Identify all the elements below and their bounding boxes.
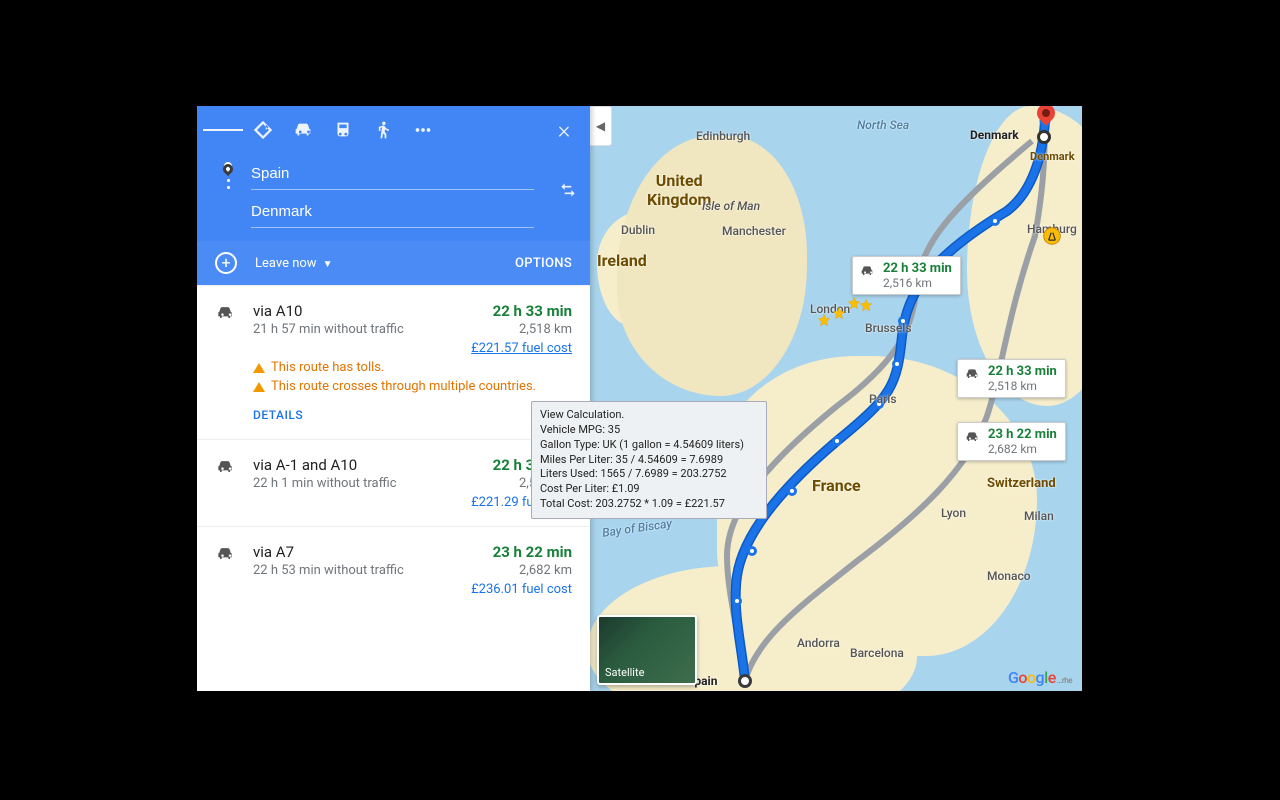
country-denmark: Denmark	[1030, 150, 1075, 163]
directions-sidebar: × + Leave now▼ OPTIONS via A10 22	[197, 106, 590, 691]
swap-origin-destination-button[interactable]	[558, 180, 578, 200]
bubble-time: 22 h 33 min	[883, 261, 952, 276]
route-bubble-1[interactable]: 22 h 33 min 2,518 km	[957, 359, 1066, 398]
train-icon	[332, 119, 354, 141]
satellite-toggle[interactable]: Satellite	[597, 615, 697, 685]
menu-button[interactable]	[203, 106, 243, 154]
route-distance: 2,518 km	[519, 322, 572, 337]
collapse-sidebar-button[interactable]: ◀	[590, 106, 612, 146]
route-bubble-0[interactable]: 22 h 33 min 2,516 km	[852, 256, 961, 295]
city-lyon: Lyon	[941, 506, 966, 520]
satellite-label: Satellite	[605, 666, 644, 679]
bubble-time: 23 h 22 min	[988, 427, 1057, 442]
saved-place-star-icon[interactable]	[859, 298, 873, 312]
walk-icon	[373, 119, 393, 141]
destination-label: Denmark	[970, 128, 1019, 142]
city-monaco: Monaco	[987, 569, 1031, 583]
tooltip-line: View Calculation.	[540, 408, 758, 423]
route-bubble-2[interactable]: 23 h 22 min 2,682 km	[957, 422, 1066, 461]
route-name: via A7	[253, 543, 294, 561]
mode-driving[interactable]	[283, 106, 323, 154]
route-options-button[interactable]: OPTIONS	[515, 256, 572, 271]
car-icon	[964, 429, 980, 445]
bubble-time: 22 h 33 min	[988, 364, 1057, 379]
tooltip-line: Total Cost: 203.2752 * 1.09 = £221.57	[540, 497, 758, 512]
tooltip-line: Cost Per Liter: £1.09	[540, 482, 758, 497]
more-icon	[412, 119, 434, 141]
bubble-dist: 2,516 km	[883, 276, 952, 290]
city-dublin: Dublin	[621, 223, 655, 237]
car-icon	[215, 457, 235, 477]
city-paris: Paris	[869, 392, 897, 406]
bubble-dist: 2,518 km	[988, 379, 1057, 393]
route-details-link[interactable]: DETAILS	[253, 408, 303, 422]
sea-label: North Sea	[857, 118, 909, 132]
route-warning: This route has tolls.	[253, 360, 572, 375]
destination-marker-icon	[1037, 106, 1055, 132]
sea-bay: Bay of Biscay	[601, 516, 672, 540]
tooltip-line: Liters Used: 1565 / 7.6989 = 203.2752	[540, 467, 758, 482]
construction-icon	[1042, 226, 1062, 246]
fuel-cost: £236.01 fuel cost	[471, 582, 572, 597]
car-icon	[859, 263, 875, 279]
route-no-traffic: 21 h 57 min without traffic	[253, 322, 404, 337]
city-edinburgh: Edinburgh	[696, 129, 750, 143]
google-logo: Google...rhe	[1008, 668, 1072, 687]
close-directions-button[interactable]: ×	[544, 106, 584, 154]
city-milan: Milan	[1024, 509, 1054, 523]
warning-icon	[253, 382, 265, 392]
app-window: Spain Denmark North Sea United Kingdom I…	[197, 106, 1082, 691]
bubble-dist: 2,682 km	[988, 442, 1057, 456]
waypoint-markers	[224, 162, 232, 191]
sidebar-header: ×	[197, 106, 590, 241]
warning-icon	[253, 363, 265, 373]
country-ireland: Ireland	[597, 251, 647, 270]
origin-pin[interactable]	[738, 674, 752, 688]
route-no-traffic: 22 h 53 min without traffic	[253, 563, 404, 578]
route-no-traffic: 22 h 1 min without traffic	[253, 476, 397, 491]
route-distance: 2,682 km	[519, 563, 572, 578]
fuel-cost-tooltip: View Calculation. Vehicle MPG: 35 Gallon…	[531, 401, 767, 519]
saved-place-star-icon[interactable]	[817, 313, 831, 327]
saved-place-star-icon[interactable]	[832, 306, 846, 320]
destination-input[interactable]	[251, 203, 534, 220]
swap-icon	[558, 180, 578, 200]
origin-input[interactable]	[251, 165, 534, 182]
label-isle-of-man: Isle of Man	[702, 199, 760, 213]
route-time: 23 h 22 min	[493, 543, 572, 561]
route-warning: This route crosses through multiple coun…	[253, 379, 572, 394]
country-switzerland: Switzerland	[987, 476, 1056, 491]
city-brussels: Brussels	[865, 321, 912, 335]
city-manchester: Manchester	[722, 224, 786, 238]
directions-icon	[252, 119, 274, 141]
car-icon	[215, 544, 235, 564]
tooltip-line: Miles Per Liter: 35 / 4.54609 = 7.6989	[540, 453, 758, 468]
route-name: via A10	[253, 302, 302, 320]
city-andorra: Andorra	[797, 636, 840, 650]
mode-transit[interactable]	[323, 106, 363, 154]
car-icon	[215, 303, 235, 323]
fuel-cost-link[interactable]: £221.57 fuel cost	[471, 341, 572, 356]
tooltip-line: Vehicle MPG: 35	[540, 423, 758, 438]
mode-walking[interactable]	[363, 106, 403, 154]
depart-options-bar: + Leave now▼ OPTIONS	[197, 241, 590, 285]
city-barcelona: Barcelona	[850, 646, 904, 660]
tooltip-line: Gallon Type: UK (1 gallon = 4.54609 lite…	[540, 438, 758, 453]
add-stop-button[interactable]: +	[215, 252, 237, 274]
destination-pin[interactable]	[1037, 130, 1051, 144]
route-name: via A-1 and A10	[253, 456, 357, 474]
car-icon	[964, 366, 980, 382]
country-france: France	[812, 476, 861, 495]
car-icon	[292, 119, 314, 141]
route-item-2[interactable]: via A7 23 h 22 min 22 h 53 min without t…	[197, 526, 590, 613]
mode-best[interactable]	[243, 106, 283, 154]
leave-now-dropdown[interactable]: Leave now▼	[255, 256, 332, 271]
route-time: 22 h 33 min	[493, 302, 572, 320]
mode-more[interactable]	[403, 106, 443, 154]
